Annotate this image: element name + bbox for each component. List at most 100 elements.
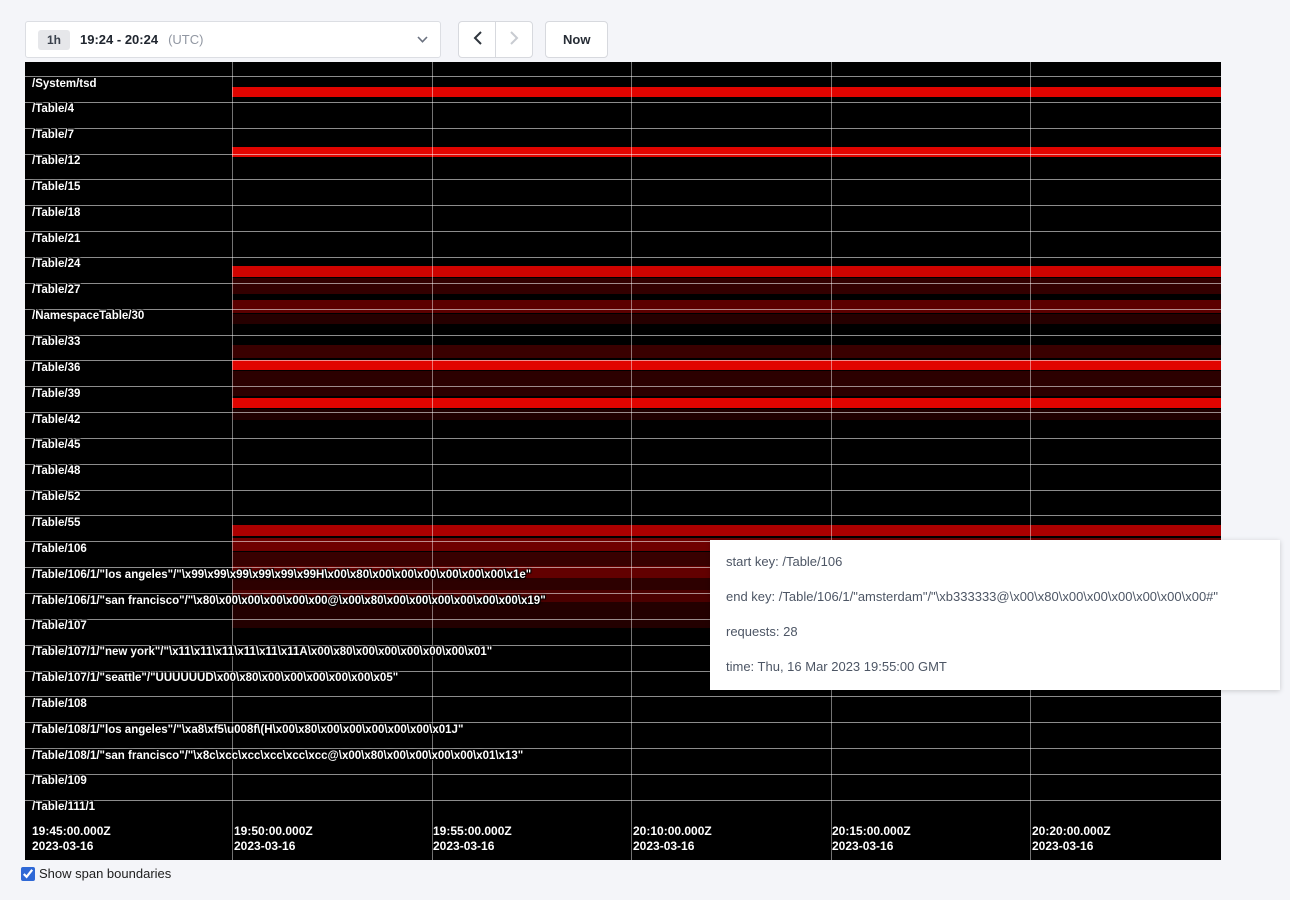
heat-band [232, 147, 1221, 157]
x-axis-time: 20:15:00.000Z [832, 824, 911, 839]
x-axis-label: 19:55:00.000Z2023-03-16 [433, 824, 512, 854]
x-axis-date: 2023-03-16 [633, 839, 712, 854]
tooltip-line: start key: /Table/106 [726, 554, 1270, 569]
chevron-right-icon [510, 31, 519, 48]
span-boundary-line [25, 360, 1221, 361]
span-boundary-line [25, 438, 1221, 439]
span-boundary-line [25, 490, 1221, 491]
heat-band [232, 87, 1221, 97]
show-span-boundaries-checkbox[interactable] [21, 867, 35, 881]
row-key-label: /System/tsd [32, 78, 97, 90]
heat-band [232, 266, 1221, 277]
x-axis-time: 20:10:00.000Z [633, 824, 712, 839]
row-key-label: /Table/21 [32, 233, 80, 245]
row-key-label: /Table/42 [32, 414, 80, 426]
heat-band [232, 409, 1221, 420]
x-axis-time: 19:55:00.000Z [433, 824, 512, 839]
row-key-label: /Table/36 [32, 362, 80, 374]
heat-band [232, 300, 1221, 313]
time-gridline [432, 62, 433, 860]
heat-band [232, 278, 1221, 294]
row-key-label: /NamespaceTable/30 [32, 310, 144, 322]
time-gridline [232, 62, 233, 860]
span-boundary-line [25, 386, 1221, 387]
tooltip-line: time: Thu, 16 Mar 2023 19:55:00 GMT [726, 659, 1270, 674]
row-key-label: /Table/45 [32, 439, 80, 451]
prev-time-button[interactable] [458, 21, 496, 58]
span-boundary-line [25, 257, 1221, 258]
heat-band [232, 360, 1221, 370]
now-button[interactable]: Now [545, 21, 608, 58]
x-axis-date: 2023-03-16 [234, 839, 313, 854]
span-boundary-line [25, 231, 1221, 232]
span-boundary-line [25, 309, 1221, 310]
row-key-label: /Table/106/1/"san francisco"/"\x80\x00\x… [32, 595, 546, 607]
span-boundary-line [25, 335, 1221, 336]
span-boundary-line [25, 412, 1221, 413]
span-boundaries-toggle-row: Show span boundaries [21, 866, 171, 881]
timezone-label: (UTC) [168, 32, 203, 47]
x-axis-date: 2023-03-16 [832, 839, 911, 854]
x-axis-time: 19:45:00.000Z [32, 824, 111, 839]
row-key-label: /Table/109 [32, 775, 87, 787]
row-key-label: /Table/7 [32, 129, 74, 141]
time-gridline [1030, 62, 1031, 860]
tooltip: start key: /Table/106 end key: /Table/106… [710, 540, 1280, 690]
row-key-label: /Table/48 [32, 465, 80, 477]
tooltip-line: end key: /Table/106/1/"amsterdam"/"\xb33… [726, 589, 1270, 604]
time-gridline [831, 62, 832, 860]
row-key-label: /Table/111/1 [32, 801, 95, 813]
span-boundary-line [25, 154, 1221, 155]
time-range-selector[interactable]: 1h 19:24 - 20:24 (UTC) [25, 21, 441, 58]
row-key-label: /Table/106/1/"los angeles"/"\x99\x99\x99… [32, 569, 531, 581]
heat-band [232, 371, 1221, 396]
time-nav-group [458, 21, 533, 58]
row-key-label: /Table/4 [32, 103, 74, 115]
heat-band [232, 398, 1221, 408]
row-key-label: /Table/106 [32, 543, 87, 555]
show-span-boundaries-label: Show span boundaries [39, 866, 171, 881]
x-axis-label: 20:20:00.000Z2023-03-16 [1032, 824, 1111, 854]
span-boundary-line [25, 76, 1221, 77]
heatmap-canvas[interactable]: /System/tsd/Table/4/Table/7/Table/12/Tab… [25, 62, 1221, 860]
row-key-label: /Table/15 [32, 181, 80, 193]
heat-band [232, 314, 1221, 324]
row-key-label: /Table/18 [32, 207, 80, 219]
row-key-label: /Table/107/1/"seattle"/"UUUUUUD\x00\x80\… [32, 672, 398, 684]
next-time-button[interactable] [495, 21, 533, 58]
x-axis-date: 2023-03-16 [32, 839, 111, 854]
span-boundary-line [25, 800, 1221, 801]
x-axis-time: 19:50:00.000Z [234, 824, 313, 839]
span-boundary-line [25, 102, 1221, 103]
span-boundary-line [25, 515, 1221, 516]
row-key-label: /Table/33 [32, 336, 80, 348]
span-boundary-line [25, 128, 1221, 129]
span-boundary-line [25, 696, 1221, 697]
row-key-label: /Table/12 [32, 155, 80, 167]
duration-badge: 1h [38, 30, 70, 50]
row-key-label: /Table/39 [32, 388, 80, 400]
row-key-label: /Table/108 [32, 698, 87, 710]
row-key-label: /Table/55 [32, 517, 80, 529]
heat-band [232, 525, 1221, 536]
span-boundary-line [25, 179, 1221, 180]
x-axis-label: 19:50:00.000Z2023-03-16 [234, 824, 313, 854]
row-key-label: /Table/24 [32, 258, 80, 270]
row-key-label: /Table/27 [32, 284, 80, 296]
x-axis-date: 2023-03-16 [1032, 839, 1111, 854]
span-boundary-line [25, 283, 1221, 284]
row-key-label: /Table/107 [32, 620, 87, 632]
row-key-label: /Table/107/1/"new york"/"\x11\x11\x11\x1… [32, 646, 492, 658]
span-boundary-line [25, 205, 1221, 206]
span-boundary-line [25, 464, 1221, 465]
span-boundary-line [25, 774, 1221, 775]
time-range-label: 19:24 - 20:24 [80, 32, 158, 47]
time-gridline [631, 62, 632, 860]
row-key-label: /Table/108/1/"los angeles"/"\xa8\xf5\u00… [32, 724, 463, 736]
x-axis-date: 2023-03-16 [433, 839, 512, 854]
x-axis-label: 20:15:00.000Z2023-03-16 [832, 824, 911, 854]
chevron-left-icon [473, 31, 482, 48]
row-key-label: /Table/52 [32, 491, 80, 503]
x-axis-time: 20:20:00.000Z [1032, 824, 1111, 839]
chevron-down-icon [417, 36, 428, 43]
